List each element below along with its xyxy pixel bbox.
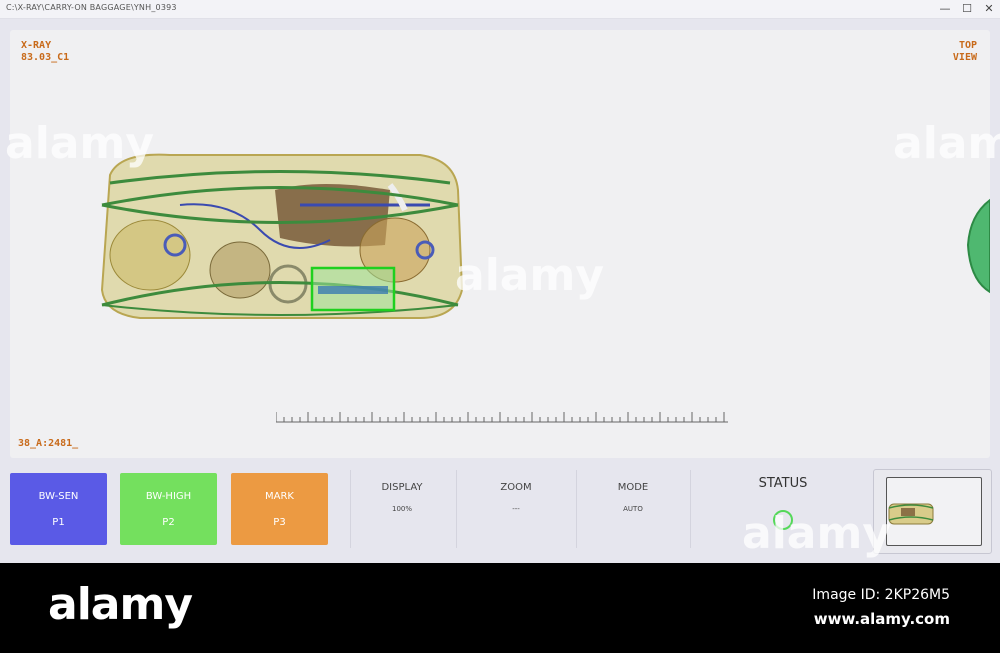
- bw-high-button[interactable]: BW-HIGH P2: [120, 473, 217, 545]
- watermark-brand: alamy: [5, 118, 154, 169]
- scale-ruler: [276, 412, 728, 423]
- close-icon[interactable]: ✕: [980, 1, 998, 16]
- status-label: STATUS: [758, 476, 808, 491]
- xray-app-window: C:\X-RAY\CARRY-ON BAGGAGE\YNH_0393 — ☐ ✕…: [0, 0, 1000, 563]
- watermark-brand: alamy: [893, 118, 1000, 169]
- divider: [576, 470, 577, 548]
- next-bag-edge: [966, 198, 990, 294]
- xray-viewport[interactable]: X-RAY 83.03_C1 TOP VIEW 38_A:2481_: [10, 30, 990, 458]
- zoom-readout: ZOOM ---: [500, 482, 532, 513]
- divider: [456, 470, 457, 548]
- mark-button[interactable]: MARK P3: [231, 473, 328, 545]
- mode-readout: MODE AUTO: [617, 482, 649, 513]
- display-readout: DISPLAY 100%: [381, 482, 423, 513]
- image-url: www.alamy.com: [813, 610, 950, 628]
- image-id: Image ID: 2KP26M5: [812, 587, 950, 603]
- maximize-icon[interactable]: ☐: [958, 1, 976, 16]
- thumbnail-preview: [888, 503, 934, 525]
- divider: [690, 470, 691, 548]
- minimize-icon[interactable]: —: [936, 1, 954, 16]
- window-path: C:\X-RAY\CARRY-ON BAGGAGE\YNH_0393: [6, 3, 177, 12]
- stock-watermark-bar: alamy Image ID: 2KP26M5 www.alamy.com: [0, 563, 1000, 653]
- bw-sen-button[interactable]: BW-SEN P1: [10, 473, 107, 545]
- title-bar: C:\X-RAY\CARRY-ON BAGGAGE\YNH_0393 — ☐ ✕: [0, 0, 1000, 19]
- watermark-brand: alamy: [742, 508, 891, 559]
- luggage-xray-image: [100, 153, 990, 319]
- watermark-brand: alamy: [455, 250, 604, 301]
- brand-logo: alamy: [48, 579, 193, 630]
